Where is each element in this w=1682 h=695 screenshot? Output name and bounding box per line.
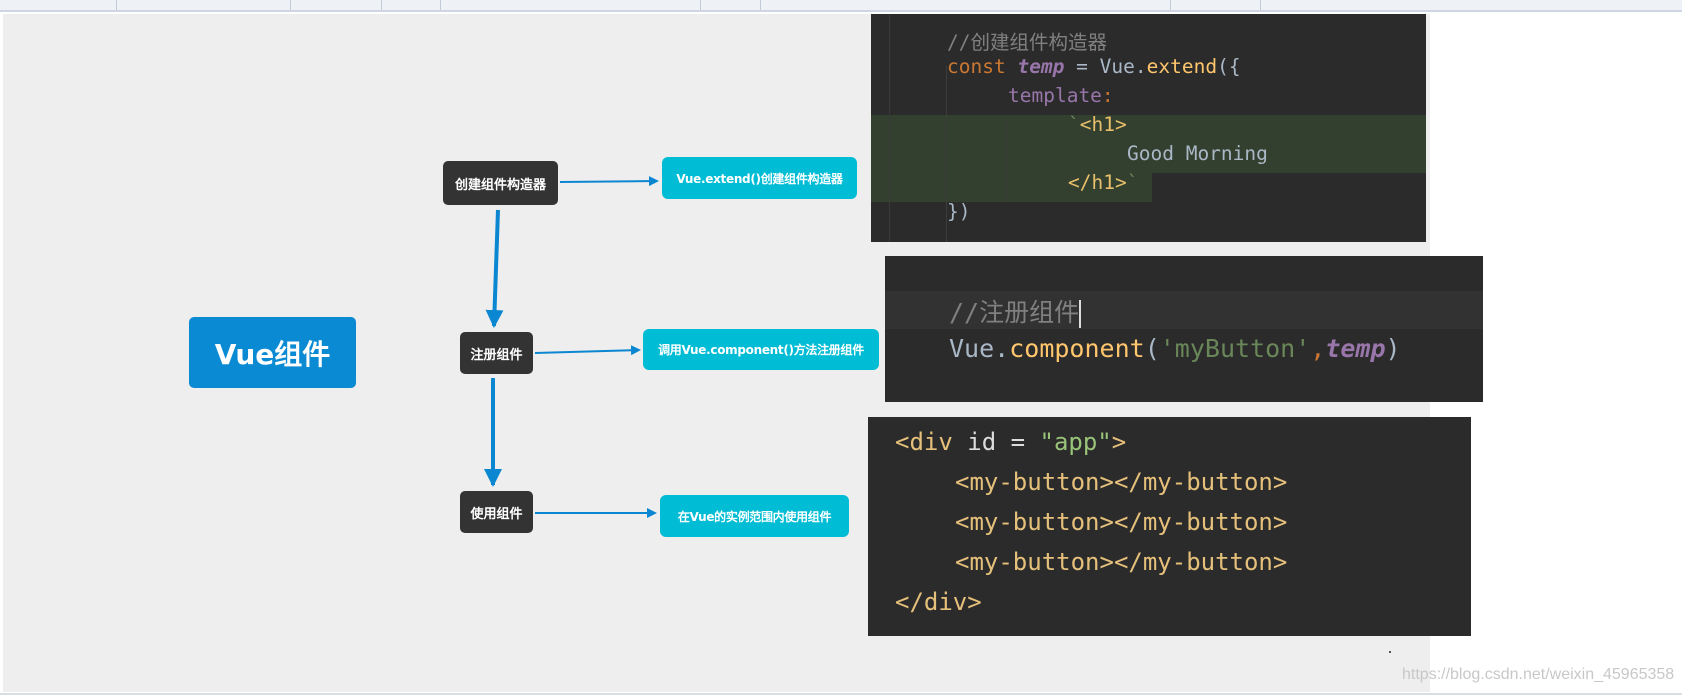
code-string: 'myButton' <box>1159 334 1311 363</box>
code-line: `<h1> <box>1068 113 1127 136</box>
toolbar-separator <box>290 0 291 10</box>
code-text: Good Morning <box>1127 142 1268 165</box>
code-punct: ({ <box>1217 55 1241 78</box>
code-tag: > <box>1111 428 1127 456</box>
toolbar-separator <box>760 0 761 10</box>
toolbar-separator <box>700 0 701 10</box>
code-attr: id = <box>967 428 1040 456</box>
code-line: //注册组件 <box>949 293 1082 329</box>
code-line: const temp = Vue.extend({ <box>947 55 1241 78</box>
arrow-step1-to-note1 <box>559 176 659 187</box>
code-property: template <box>1008 84 1102 107</box>
code-tag: </h1> <box>1068 171 1127 194</box>
code-line: Good Morning <box>1127 142 1268 165</box>
code-line: </div> <box>895 588 982 616</box>
toolbar-separator <box>1260 0 1261 10</box>
code-gutter <box>871 14 890 242</box>
text-caret <box>1079 300 1082 328</box>
arrow-step1-to-step2 <box>485 209 504 328</box>
code-punct: : <box>1101 84 1114 107</box>
code-line: Vue.component('myButton',temp) <box>949 334 1401 363</box>
step-node-create: 创建组件构造器 <box>443 161 558 205</box>
code-tag: <my-button></my-button> <box>955 508 1288 536</box>
toolbar-separator <box>116 0 117 10</box>
code-punct: ( <box>1144 334 1160 363</box>
code-tag: </div> <box>895 588 982 616</box>
top-toolbar-strip <box>0 0 1682 12</box>
code-tag: <div <box>895 428 968 456</box>
code-variable: temp <box>1325 334 1386 363</box>
code-backtick: ` <box>1126 171 1139 194</box>
root-node: Vue组件 <box>189 317 356 388</box>
code-line: <my-button></my-button> <box>955 468 1287 496</box>
indent-guide <box>1006 122 1007 202</box>
toolbar-separator <box>1170 0 1171 10</box>
code-comment: //创建组件构造器 <box>947 31 1107 54</box>
step-node-use: 使用组件 <box>460 491 533 533</box>
code-comment: //注册组件 <box>949 298 1080 327</box>
code-line: <div id = "app"> <box>895 428 1126 456</box>
code-tag: <h1> <box>1079 113 1127 136</box>
note-node-instance: 在Vue的实例范围内使用组件 <box>660 495 849 537</box>
code-variable: temp <box>1017 55 1065 78</box>
code-punct: , <box>1310 334 1326 363</box>
code-panel-html: <div id = "app"> <my-button></my-button>… <box>868 417 1471 636</box>
note-node-component: 调用Vue.component()方法注册组件 <box>643 329 879 370</box>
code-backtick: ` <box>1068 113 1080 136</box>
code-operator: = <box>1064 55 1100 78</box>
code-line: <my-button></my-button> <box>955 508 1287 536</box>
code-tag: <my-button></my-button> <box>955 548 1288 576</box>
watermark: https://blog.csdn.net/weixin_45965358 <box>1402 666 1675 683</box>
code-tag: <my-button></my-button> <box>955 468 1288 496</box>
code-line: <my-button></my-button> <box>955 548 1287 576</box>
code-panel-register: //注册组件 Vue.component('myButton',temp) <box>885 256 1483 402</box>
code-keyword: const <box>947 55 1006 78</box>
code-string: "app" <box>1039 428 1112 456</box>
code-line: //创建组件构造器 <box>947 26 1107 55</box>
toolbar-separator <box>440 0 441 10</box>
step-node-register: 注册组件 <box>460 332 533 374</box>
code-line: </h1>` <box>1068 171 1138 194</box>
stray-dot <box>1389 651 1391 653</box>
code-object: Vue. <box>1099 55 1147 78</box>
note-node-extend: Vue.extend()创建组件构造器 <box>662 157 857 199</box>
toolbar-separator <box>381 0 382 10</box>
code-punct: }) <box>947 200 971 223</box>
arrow-step2-to-note2 <box>534 345 641 356</box>
code-punct: ) <box>1385 334 1401 363</box>
code-method: extend <box>1146 55 1218 78</box>
code-line: template: <box>1008 84 1114 107</box>
code-object: Vue. <box>949 334 1010 363</box>
code-line: }) <box>947 200 970 223</box>
code-method: component <box>1009 334 1145 363</box>
code-panel-extend: //创建组件构造器 const temp = Vue.extend({ temp… <box>871 14 1426 242</box>
